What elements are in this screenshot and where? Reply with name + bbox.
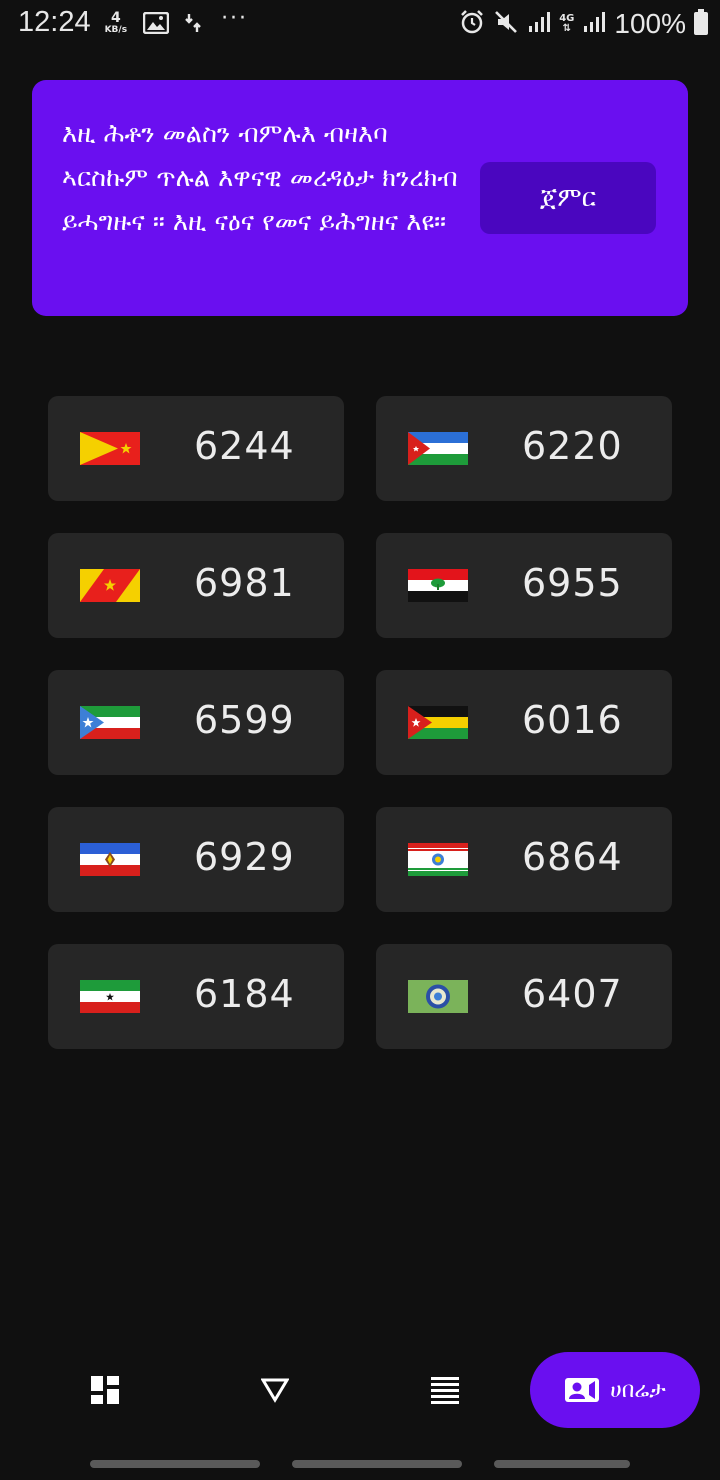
network-speed: 4 KB/s [105, 11, 127, 35]
tigray-alt-flag-icon [80, 569, 140, 602]
card-number: 6955 [522, 561, 623, 605]
card-number: 6407 [522, 972, 623, 1016]
triangle-down-icon [261, 1378, 289, 1403]
gallery-icon [143, 11, 170, 34]
signal-icon [527, 10, 551, 38]
region-card-10[interactable]: 6407 [376, 944, 672, 1049]
info-banner: እዚ ሕቶን መልስን ብምሉእ ብዛእባ ኣርስኩም ጥሉል እዋናዊ መረዳ… [32, 80, 688, 316]
afar-flag-icon [408, 432, 468, 465]
bottom-navigation: ሀበሬታ [0, 1340, 720, 1440]
card-number: 6016 [522, 698, 623, 742]
somaliland-flag-icon [80, 980, 140, 1013]
region-card-9[interactable]: 6184 [48, 944, 344, 1049]
nav-filter[interactable] [230, 1340, 320, 1440]
battery-text: 100% [614, 8, 686, 39]
region-card-5[interactable]: 6599 [48, 670, 344, 775]
nav-list[interactable] [400, 1340, 490, 1440]
network-type: 4G ⇅ [559, 14, 574, 34]
battery-icon [694, 9, 708, 39]
contact-card-icon [565, 1378, 600, 1402]
card-number: 6929 [194, 835, 295, 879]
card-number: 6981 [194, 561, 295, 605]
sidama-flag-icon [80, 843, 140, 876]
signal-icon-2 [582, 10, 606, 38]
gesture-hint-right [494, 1460, 630, 1468]
sync-icon [185, 12, 201, 34]
nav-profile-button[interactable]: ሀበሬታ [530, 1352, 700, 1428]
start-button[interactable]: ጀምር [480, 162, 656, 234]
network-speed-unit: KB/s [104, 24, 128, 35]
nav-profile-label: ሀበሬታ [610, 1377, 666, 1403]
region-card-4[interactable]: 6955 [376, 533, 672, 638]
region-card-1[interactable]: 6244 [48, 396, 344, 501]
card-number: 6184 [194, 972, 295, 1016]
somali-flag-icon [80, 706, 140, 739]
emblem-flag-icon [408, 980, 468, 1013]
benishangul-flag-icon [408, 706, 468, 739]
region-card-2[interactable]: 6220 [376, 396, 672, 501]
card-number: 6244 [194, 424, 295, 468]
card-number: 6220 [522, 424, 623, 468]
mute-icon [493, 9, 519, 39]
list-icon [431, 1377, 459, 1404]
status-bar: 12:24 4 KB/s ··· 4G ⇅ 100% [0, 0, 720, 50]
region-card-3[interactable]: 6981 [48, 533, 344, 638]
dashboard-icon [91, 1376, 119, 1404]
more-notifications-icon: ··· [221, 6, 249, 31]
status-time: 12:24 [18, 6, 91, 38]
gesture-hint-left [90, 1460, 260, 1468]
region-card-8[interactable]: 6864 [376, 807, 672, 912]
region-card-7[interactable]: 6929 [48, 807, 344, 912]
card-number: 6864 [522, 835, 623, 879]
data-arrows-icon: ⇅ [562, 23, 571, 34]
banner-text: እዚ ሕቶን መልስን ብምሉእ ብዛእባ ኣርስኩም ጥሉል እዋናዊ መረዳ… [62, 119, 458, 237]
network-speed-value: 4 [110, 9, 121, 26]
nav-dashboard[interactable] [60, 1340, 150, 1440]
gesture-hint-center [292, 1460, 462, 1468]
card-number: 6599 [194, 698, 295, 742]
amhara-flag-icon [408, 843, 468, 876]
tigray-flag-icon [80, 432, 140, 465]
alarm-icon [459, 9, 485, 39]
region-card-6[interactable]: 6016 [376, 670, 672, 775]
oromia-flag-icon [408, 569, 468, 602]
